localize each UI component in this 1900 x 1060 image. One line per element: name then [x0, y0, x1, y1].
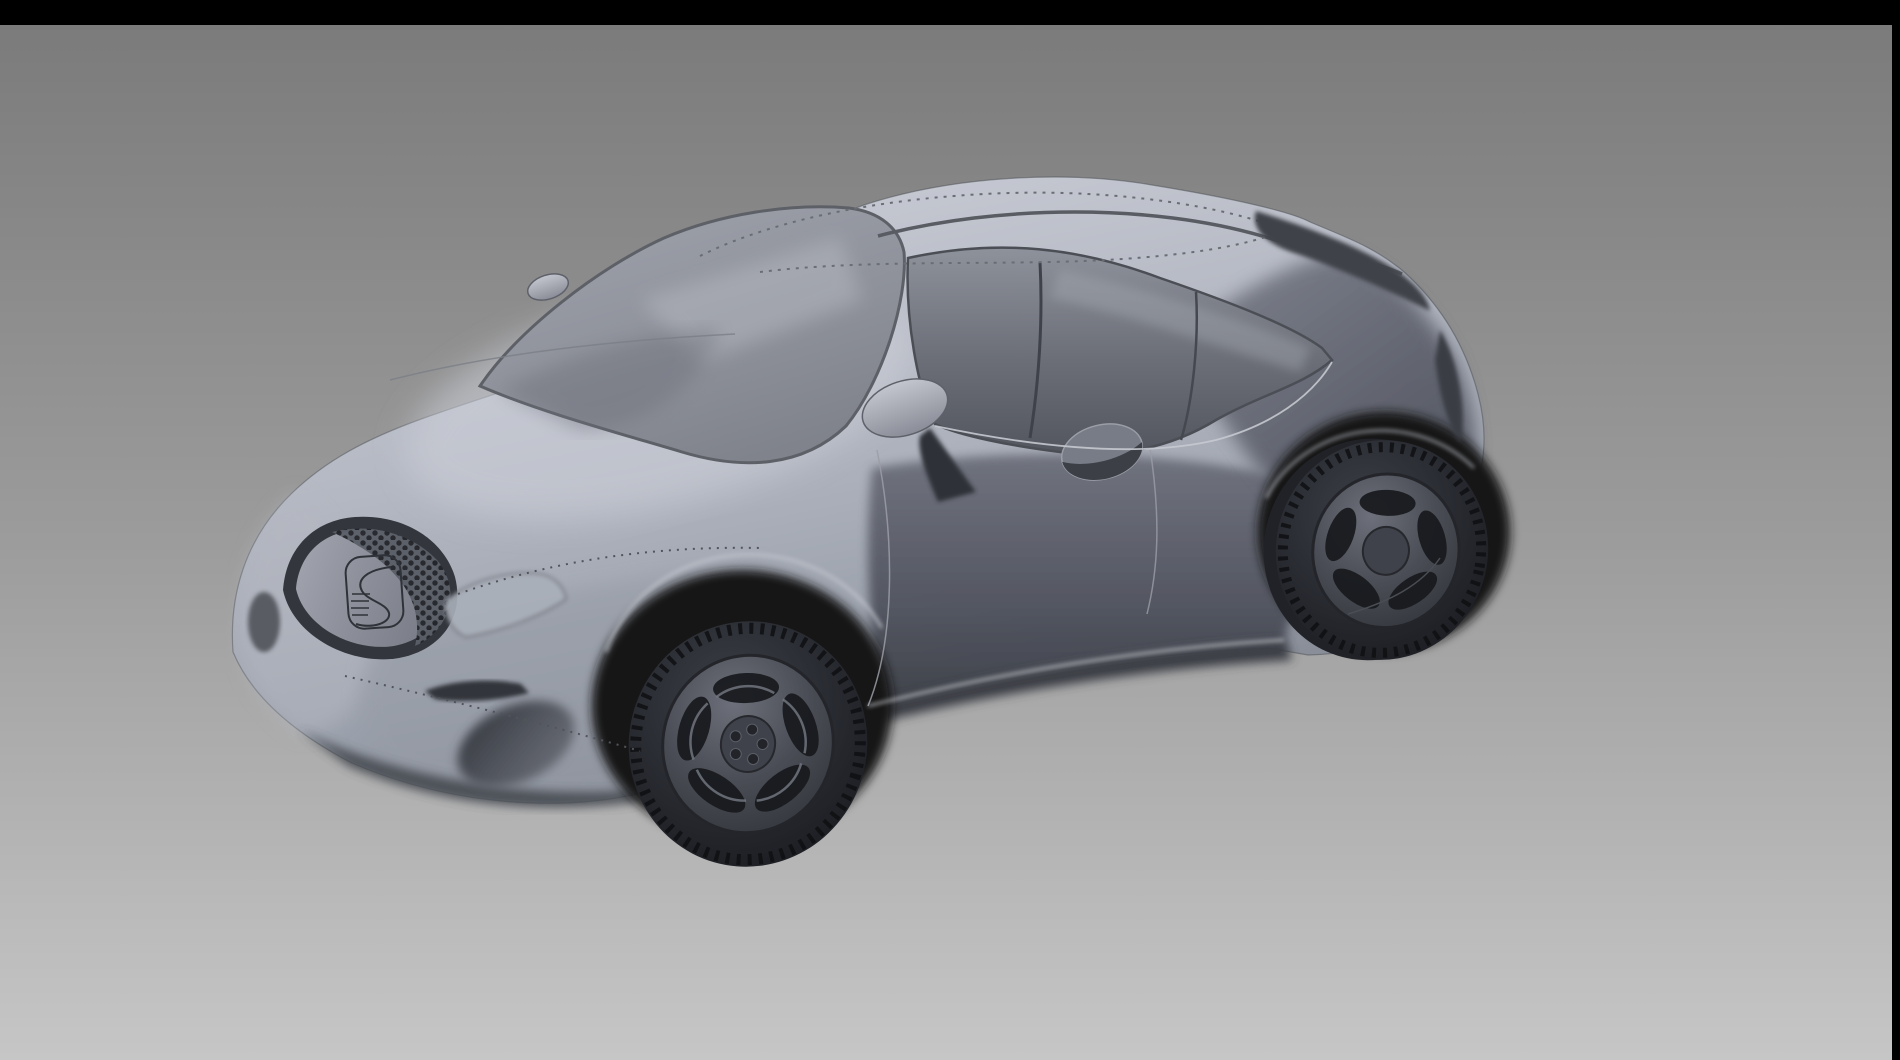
top-black-bar: [0, 0, 1900, 25]
render-viewport: [0, 0, 1900, 1060]
car-render-canvas: [0, 0, 1900, 1060]
right-black-bar: [1892, 0, 1900, 1060]
front-edge-slot: [248, 592, 280, 652]
